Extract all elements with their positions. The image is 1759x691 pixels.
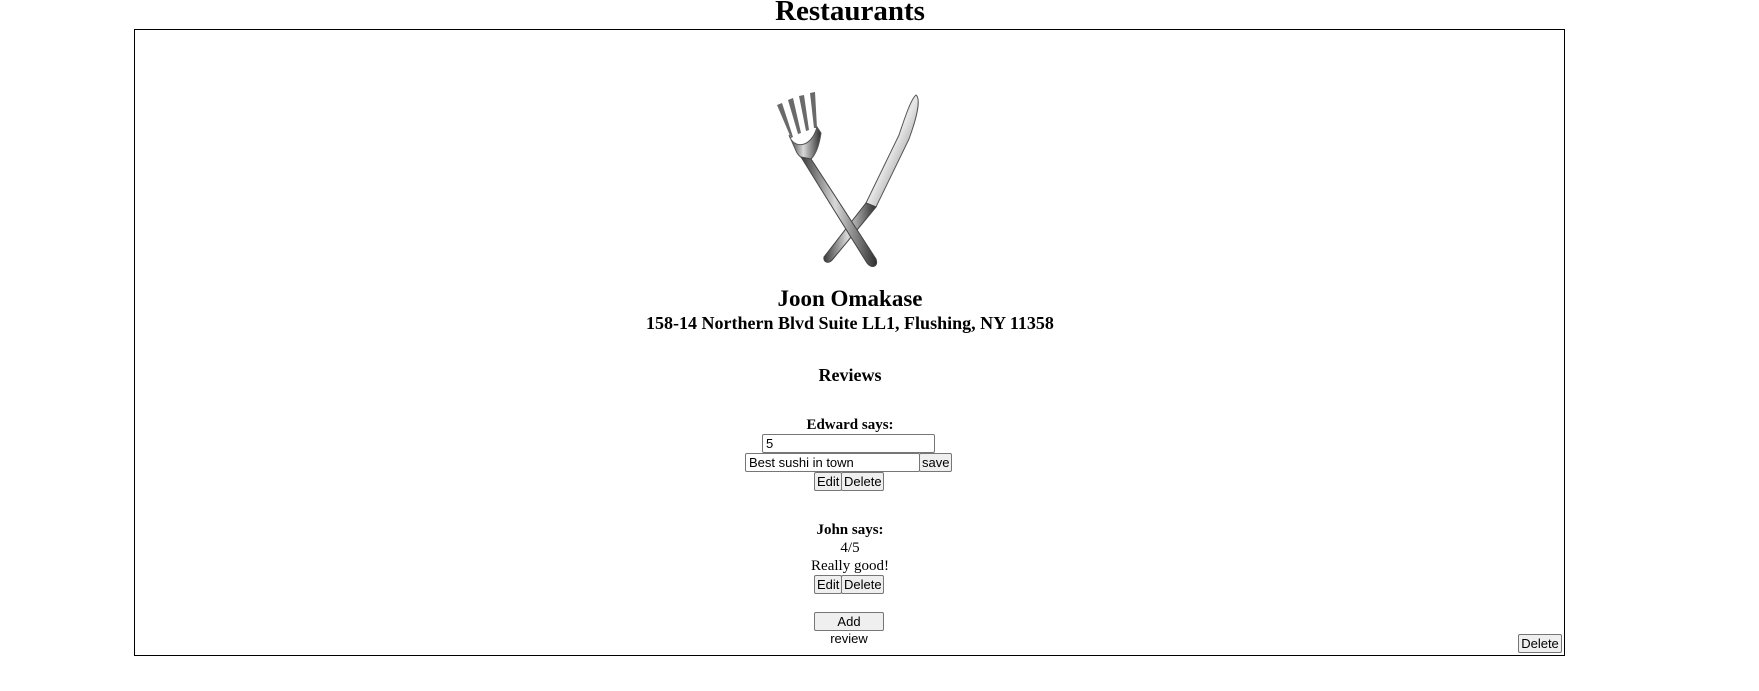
review-comment: Really good!	[811, 558, 889, 574]
page-title: Restaurants	[775, 0, 925, 27]
review-author: John says:	[816, 522, 884, 538]
fork-and-knife-icon	[777, 92, 919, 267]
review-author: Edward says:	[806, 417, 894, 433]
delete-review-button[interactable]: Delete	[841, 575, 884, 594]
restaurant-name: Joon Omakase	[777, 286, 923, 311]
delete-restaurant-button[interactable]: Delete	[1518, 634, 1562, 653]
edit-review-button[interactable]: Edit	[814, 575, 842, 594]
review-rating-input[interactable]	[762, 434, 935, 453]
review-rating: 4/5	[840, 540, 860, 556]
reviews-heading: Reviews	[818, 365, 882, 385]
add-review-button[interactable]: Add review	[814, 612, 884, 646]
review-comment-input[interactable]	[745, 453, 920, 472]
restaurant-address: 158-14 Northern Blvd Suite LL1, Flushing…	[646, 313, 1054, 333]
delete-review-button[interactable]: Delete	[841, 472, 884, 491]
edit-review-button[interactable]: Edit	[814, 472, 842, 491]
save-review-button[interactable]: save	[919, 453, 952, 472]
